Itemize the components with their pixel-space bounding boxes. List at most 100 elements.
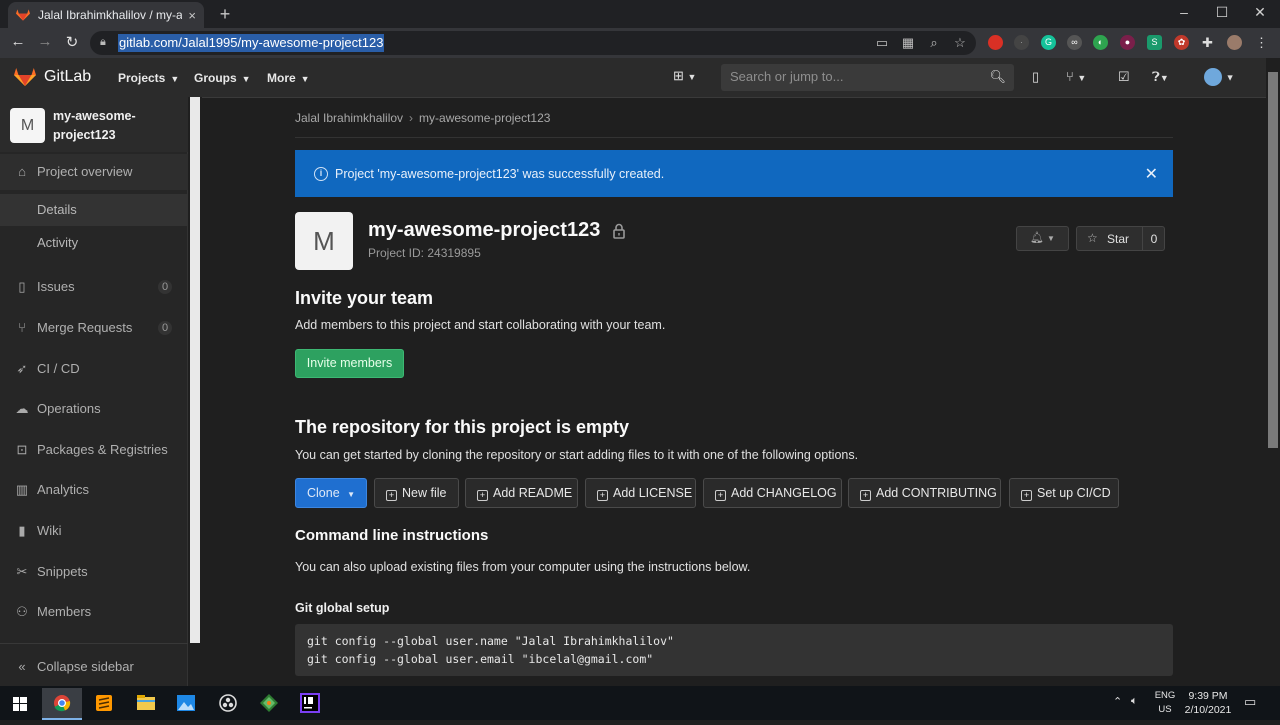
chevron-down-icon: ▼ [1047, 234, 1055, 243]
grammarly-icon[interactable]: G [1041, 35, 1056, 50]
notifications-icon[interactable]: ▭ [1244, 694, 1256, 710]
nav-groups[interactable]: Groups ▼ [194, 71, 251, 85]
tab-title: Jalal Ibrahimkhalilov / my-aweso [38, 8, 183, 22]
url-text[interactable]: gitlab.com/Jalal1995/my-awesome-project1… [118, 34, 385, 52]
zoom-icon[interactable]: ⌕ [926, 35, 942, 51]
extension-red-icon[interactable] [988, 35, 1003, 50]
sidebar-scroll-thumb[interactable] [190, 97, 200, 643]
add-readme-button[interactable]: + Add README [465, 478, 578, 508]
package-icon: ⊡ [16, 442, 28, 457]
plus-square-icon: + [386, 490, 397, 501]
profile-avatar[interactable] [1227, 35, 1242, 50]
tab-close-icon[interactable]: × [188, 8, 196, 23]
project-avatar[interactable]: M [10, 108, 45, 143]
browser-menu-icon[interactable]: ⋮ [1254, 35, 1269, 50]
add-license-button[interactable]: + Add LICENSE [585, 478, 696, 508]
search-icon[interactable]: 🔍︎ [989, 69, 1006, 85]
photos-taskbar-icon[interactable] [166, 688, 206, 720]
nav-groups-label: Groups [194, 71, 237, 85]
browser-tab[interactable]: Jalal Ibrahimkhalilov / my-aweso × [8, 2, 204, 28]
extension-gray-icon[interactable]: · [1014, 35, 1029, 50]
cli-heading: Command line instructions [295, 527, 489, 544]
sidebar-item-project-overview[interactable]: ⌂ Project overview [0, 154, 188, 190]
success-alert: i Project 'my-awesome-project123' was su… [295, 150, 1173, 197]
intellij-taskbar-icon[interactable] [290, 688, 330, 720]
star-button[interactable]: ☆ Star 0 [1076, 226, 1165, 251]
tray-chevron-up-icon[interactable]: ⌃ [1113, 695, 1122, 708]
page-scrollbar[interactable] [1266, 58, 1280, 686]
sidebar-item-operations[interactable]: ☁ Operations [0, 391, 188, 427]
code-block[interactable]: git config --global user.name "Jalal Ibr… [295, 624, 1173, 676]
extensions-puzzle-icon[interactable]: ✚ [1200, 35, 1215, 50]
bookmark-star-icon[interactable]: ☆ [952, 35, 968, 51]
sidebar-item-ci-cd[interactable]: ➶ CI / CD [0, 351, 188, 387]
plus-square-icon: + [1021, 490, 1032, 501]
setup-ci-cd-button[interactable]: + Set up CI/CD [1009, 478, 1119, 508]
sidebar-subitem-details[interactable]: Details [0, 194, 188, 226]
new-tab-button[interactable]: + [216, 4, 234, 24]
invite-members-button[interactable]: Invite members [295, 349, 404, 378]
sidebar-item-packages-registries[interactable]: ⊡ Packages & Registries [0, 432, 188, 468]
issues-shortcut-icon[interactable]: ▯ [1032, 69, 1039, 85]
notification-dropdown[interactable]: 🔔︎ ▼ [1016, 226, 1069, 251]
gitkraken-taskbar-icon[interactable] [249, 688, 289, 720]
system-clock[interactable]: 9:39 PM 2/10/2021 [1182, 689, 1234, 717]
nav-projects-label: Projects [118, 71, 166, 85]
gitlab-brand-text[interactable]: GitLab [44, 68, 91, 86]
collapse-sidebar-button[interactable]: « Collapse sidebar [0, 649, 188, 685]
address-bar[interactable]: 🔒︎ gitlab.com/Jalal1995/my-awesome-proje… [90, 31, 976, 55]
reload-icon[interactable]: ↻ [62, 33, 82, 51]
nav-more[interactable]: More ▼ [267, 71, 310, 85]
extension-purple-icon[interactable]: ● [1120, 35, 1135, 50]
close-icon[interactable]: ✕ [1145, 164, 1158, 184]
sidebar-item-members[interactable]: ⚇ Members [0, 594, 188, 630]
breadcrumb-project-link[interactable]: my-awesome-project123 [419, 111, 550, 125]
extension-chip-icon[interactable]: ✿ [1174, 35, 1189, 50]
maximize-icon[interactable]: ☐ [1212, 4, 1232, 21]
user-avatar[interactable]: ▼ [1204, 68, 1235, 86]
lock-icon: 🔒︎ [100, 36, 106, 48]
extension-glasses-icon[interactable]: ∞ [1067, 35, 1082, 50]
obs-taskbar-icon[interactable] [208, 688, 248, 720]
add-changelog-button[interactable]: + Add CHANGELOG [703, 478, 842, 508]
sidebar-item-snippets[interactable]: ✂ Snippets [0, 554, 188, 590]
volume-icon[interactable]: 🔈︎ [1131, 695, 1138, 708]
gitlab-logo-icon[interactable] [14, 67, 36, 87]
minimize-icon[interactable]: – [1174, 4, 1194, 20]
extension-s-icon[interactable]: S [1147, 35, 1162, 50]
todos-icon[interactable]: ☑ [1118, 69, 1130, 85]
sidebar-item-merge-requests[interactable]: ⑂ Merge Requests 0 [0, 310, 188, 346]
plus-square-icon: + [477, 490, 488, 501]
sidebar-subitem-activity[interactable]: Activity [0, 227, 188, 259]
windows-start-icon[interactable] [0, 688, 40, 720]
sidebar-item-analytics[interactable]: ▥ Analytics [0, 472, 188, 508]
page-scroll-thumb[interactable] [1268, 72, 1278, 448]
extension-green-icon[interactable]: ◐ [1093, 35, 1108, 50]
forward-icon[interactable]: → [35, 33, 55, 50]
search-input[interactable] [730, 69, 980, 84]
breadcrumb-user-link[interactable]: Jalal Ibrahimkhalilov [295, 111, 403, 125]
file-explorer-taskbar-icon[interactable] [126, 688, 166, 720]
add-contributing-button[interactable]: + Add CONTRIBUTING [848, 478, 1001, 508]
star-count[interactable]: 0 [1147, 232, 1161, 246]
sidebar-project-name[interactable]: my-awesome-project123 [53, 107, 173, 145]
back-icon[interactable]: ← [8, 33, 28, 50]
help-icon[interactable]: ❓︎▼ [1152, 69, 1169, 85]
merge-requests-shortcut-icon[interactable]: ⑂ ▼ [1066, 69, 1086, 84]
cast-icon[interactable]: ▭ [874, 35, 890, 51]
project-sidebar: ⌂ Project overview Details Activity ▯ Is… [0, 97, 188, 686]
new-file-button[interactable]: + New file [374, 478, 459, 508]
clone-button[interactable]: Clone ▼ [295, 478, 367, 508]
sublime-text-taskbar-icon[interactable] [84, 688, 124, 720]
new-plus-icon[interactable]: ⊞ ▼ [673, 68, 696, 84]
sidebar-item-wiki[interactable]: ▮ Wiki [0, 513, 188, 549]
sidebar-item-issues[interactable]: ▯ Issues 0 [0, 269, 188, 305]
chevron-down-icon: ▼ [347, 490, 356, 499]
qr-icon[interactable]: ▦ [900, 35, 916, 51]
input-language[interactable]: ENG US [1150, 689, 1180, 717]
nav-projects[interactable]: Projects ▼ [118, 71, 179, 85]
sidebar-subitem-label: Activity [37, 235, 79, 250]
sidebar-scrollbar[interactable] [188, 97, 202, 686]
chrome-taskbar-icon[interactable] [42, 688, 82, 720]
window-close-icon[interactable]: ✕ [1250, 4, 1270, 21]
